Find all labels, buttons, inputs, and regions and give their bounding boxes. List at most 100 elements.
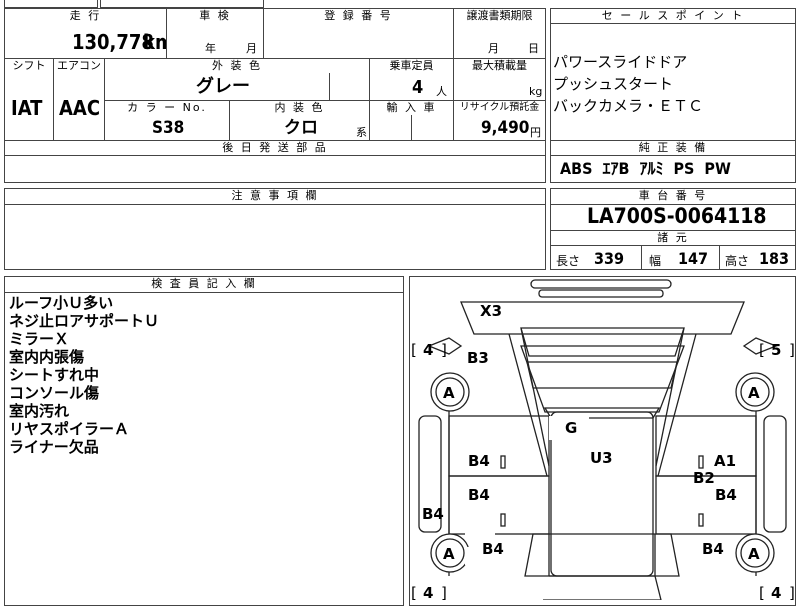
- car-diagram: X3 B3 A A A A G U3 B4 B4 B4 B4 A1 B2 B4 …: [411, 279, 795, 600]
- note-line: 室内汚れ: [9, 402, 70, 420]
- label-backdrops: [465, 416, 734, 565]
- rear-bumper: [543, 575, 662, 600]
- front-bumper: [460, 301, 745, 335]
- note-line: シートすれ中: [9, 366, 100, 384]
- code-b4-left-mid: B4: [468, 486, 490, 504]
- capacity-unit: 人: [436, 85, 447, 98]
- top-stub-left: [4, 0, 98, 8]
- tread-bracket-fl-open: [: [411, 341, 417, 359]
- code-u3: U3: [590, 449, 613, 467]
- right-front-handle: [698, 455, 704, 469]
- code-b4-left-rocker: B4: [422, 505, 444, 523]
- tire-code-rr: A: [748, 545, 760, 563]
- note-line: ルーフ小Ｕ多い: [9, 294, 114, 312]
- top-stub-mid: [100, 0, 264, 8]
- tread-bracket-rr-open: [: [759, 584, 765, 600]
- registration-header: 登 録 番 号: [263, 8, 454, 24]
- note-line: リヤスポイラーＡ: [9, 420, 130, 438]
- transfer-day: 日: [528, 42, 539, 55]
- code-b3: B3: [467, 349, 489, 367]
- code-x3: X3: [480, 302, 502, 320]
- left-pillar-outer: [508, 333, 548, 477]
- tread-bracket-rl-open: [: [411, 584, 417, 600]
- equipment-header: 純 正 装 備: [550, 140, 796, 156]
- mileage-header: 走 行: [4, 8, 167, 24]
- tread-bracket-rr-close: ]: [789, 584, 795, 600]
- colorno-header: カ ラ ー No.: [104, 100, 230, 116]
- tread-fl: 4: [423, 341, 433, 359]
- registration-cell: [263, 23, 454, 59]
- exterior-header: 外 装 色: [104, 58, 370, 74]
- sales-point-header: セ ー ル ス ポ イ ン ト: [550, 8, 796, 24]
- sales-line-1: パワースライドドア: [553, 53, 688, 71]
- capacity-value: 4: [412, 77, 424, 98]
- left-rear-handle: [500, 513, 506, 527]
- code-b4-left-rear: B4: [482, 540, 504, 558]
- front-grille: [538, 289, 664, 298]
- inspector-header: 検 査 員 記 入 欄: [4, 276, 404, 293]
- width-label: 幅: [649, 254, 662, 268]
- caution-header: 注 意 事 項 欄: [4, 188, 546, 205]
- recycle-value: 9,490: [481, 118, 530, 138]
- front-plate: [530, 279, 672, 289]
- import-cell-a: [369, 115, 412, 141]
- length-label: 長さ: [556, 254, 581, 268]
- interior-value: クロ: [284, 118, 318, 138]
- tread-fr: 5: [771, 341, 781, 359]
- inspection-month: 月: [246, 42, 257, 55]
- inspector-notes: ルーフ小Ｕ多い ネジ止ロアサポートＵ ミラーＸ 室内内張傷 シートすれ中 コンソ…: [9, 294, 399, 456]
- transfer-month: 月: [488, 42, 499, 55]
- length-value: 339: [594, 249, 625, 268]
- ac-header: エアコン: [53, 58, 105, 74]
- mileage-value: 130,778: [72, 30, 154, 54]
- tread-bracket-fr-close: ]: [789, 341, 795, 359]
- exterior-cell-right: [329, 73, 370, 101]
- chassis-number: LA700S-0064118: [587, 204, 767, 228]
- height-label: 高さ: [725, 254, 750, 268]
- tire-code-fl: A: [443, 384, 455, 402]
- note-line: コンソール傷: [9, 384, 100, 402]
- sales-line-3: バックカメラ・ＥＴＣ: [553, 97, 704, 115]
- maxload-header: 最大積載量: [453, 58, 546, 74]
- note-line: ライナー欠品: [9, 438, 99, 456]
- left-front-handle: [500, 455, 506, 469]
- sales-point-box: [550, 8, 796, 183]
- later-parts-header: 後 日 発 送 部 品: [4, 140, 546, 156]
- interior-suffix: 系: [356, 126, 367, 139]
- spec-divider-1: [641, 245, 642, 270]
- code-a1-right: A1: [714, 452, 736, 470]
- code-b4-left-front: B4: [468, 452, 490, 470]
- right-rear-handle: [698, 513, 704, 527]
- tread-bracket-fr-open: [: [759, 341, 765, 359]
- import-cell-b: [411, 115, 454, 141]
- recycle-unit: 円: [530, 126, 541, 139]
- hood: [520, 327, 685, 357]
- height-value: 183: [759, 249, 790, 268]
- maxload-unit: kg: [529, 85, 543, 98]
- import-header: 輸 入 車: [369, 100, 454, 116]
- spec-header: 諸 元: [550, 230, 796, 246]
- chassis-header: 車 台 番 号: [550, 188, 796, 205]
- left-rear-door: [448, 475, 550, 535]
- spec-divider-2: [719, 245, 720, 270]
- width-value: 147: [678, 249, 709, 268]
- tire-code-rl: A: [443, 545, 455, 563]
- code-g: G: [565, 419, 577, 437]
- tread-bracket-rl-close: ]: [441, 584, 447, 600]
- sales-line-2: プッシュスタート: [553, 75, 674, 93]
- ac-value: AAC: [59, 96, 101, 120]
- equipment-items: ABS ｴｱB ｱﾙﾐ PS PW: [560, 159, 731, 178]
- code-b2-right: B2: [693, 469, 715, 487]
- note-line: ミラーＸ: [9, 330, 70, 348]
- colorno-value: S38: [152, 118, 185, 138]
- code-b4-right-mid: B4: [715, 486, 737, 504]
- right-rocker: [763, 415, 787, 533]
- shift-value: IAT: [11, 96, 43, 120]
- tread-rl: 4: [423, 584, 433, 600]
- code-b4-right-rear: B4: [702, 540, 724, 558]
- note-line: 室内内張傷: [9, 348, 85, 366]
- tread-bracket-fl-close: ]: [441, 341, 447, 359]
- interior-header: 内 装 色: [229, 100, 370, 116]
- exterior-value: グレー: [196, 76, 250, 97]
- inspection-header: 車 検: [166, 8, 264, 24]
